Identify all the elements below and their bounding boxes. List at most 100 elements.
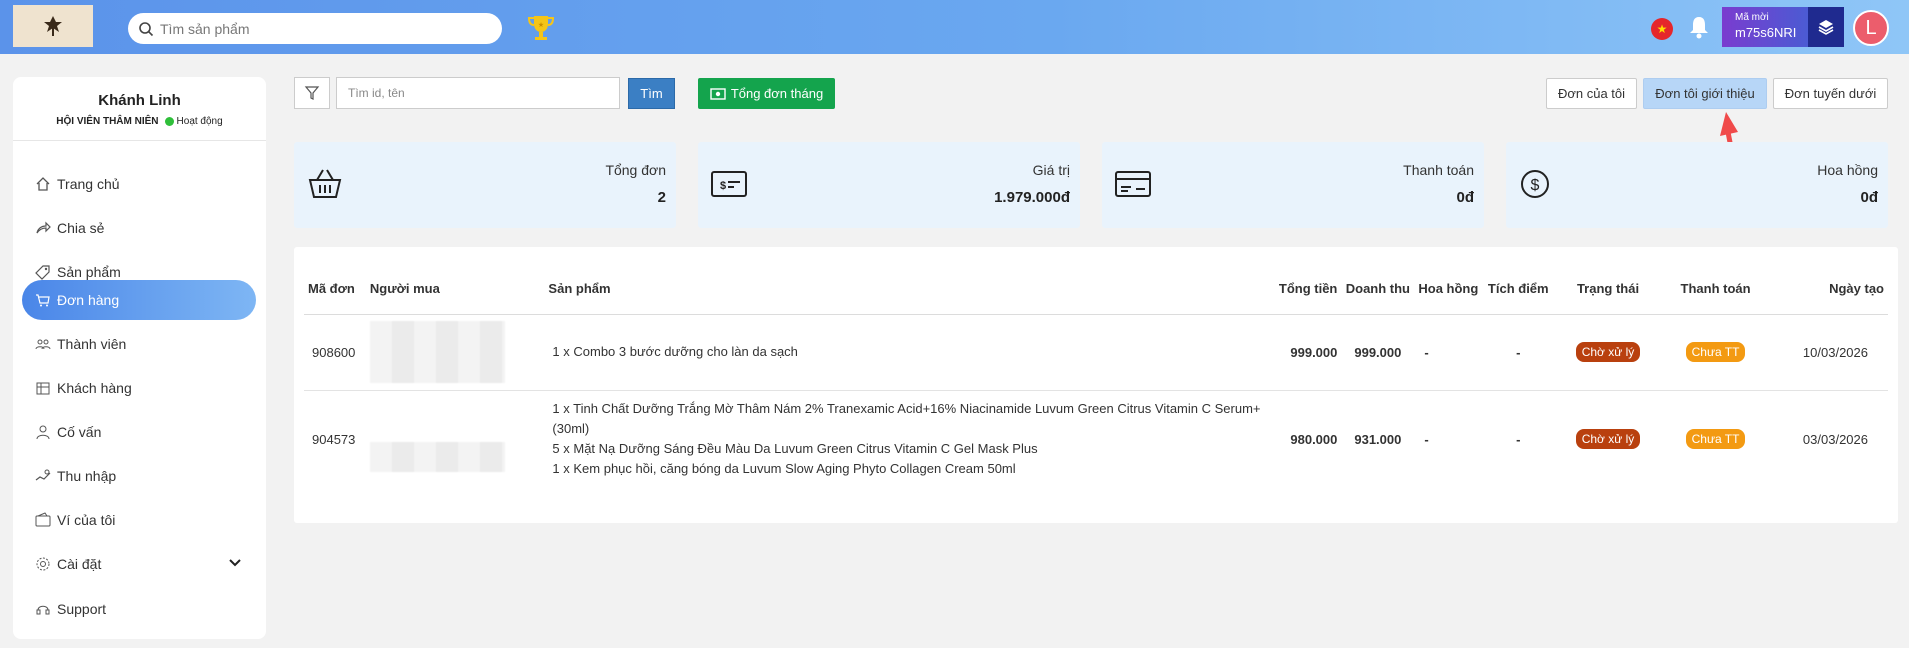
payment-status-cell: Chưa TT — [1661, 314, 1770, 391]
order-revenue: 999.000 — [1341, 314, 1415, 391]
svg-text:★: ★ — [538, 21, 544, 29]
monthly-total-label: Tổng đơn tháng — [730, 86, 824, 101]
product-line: 1 x Kem phục hồi, căng bóng da Luvum Slo… — [552, 461, 1016, 477]
sidebar-item-label: Khách hàng — [57, 380, 132, 396]
sidebar-item-label: Cố vấn — [57, 424, 102, 440]
invite-code-label: Mã mời — [1735, 12, 1769, 23]
sidebar-item-members[interactable]: Thành viên — [22, 324, 256, 364]
bell-icon[interactable] — [1687, 14, 1711, 40]
col-header: Doanh thu — [1341, 264, 1415, 315]
tab-downline-orders[interactable]: Đơn tuyến dưới — [1773, 78, 1888, 109]
layers-icon — [1818, 20, 1834, 35]
tag-icon — [35, 264, 51, 280]
sidebar-item-label: Chia sẻ — [57, 220, 105, 236]
stat-label: Thanh toán — [1403, 162, 1474, 178]
table-row[interactable]: 904573 1 x Tinh Chất Dưỡng Trắng Mờ Thâm… — [304, 390, 1888, 488]
col-header: Thanh toán — [1661, 264, 1770, 315]
product-line: 5 x Mặt Nạ Dưỡng Sáng Đều Màu Da Luvum G… — [552, 441, 1038, 457]
orders-table: Mã đơn Người mua Sản phẩm Tổng tiền Doan… — [304, 264, 1888, 488]
dollar-icon: $ — [1518, 167, 1556, 201]
cash-icon: $ — [710, 167, 748, 201]
find-button[interactable]: Tìm — [628, 78, 675, 109]
income-icon — [35, 468, 51, 484]
stat-card-commission: $ Hoa hồng 0đ — [1506, 142, 1888, 228]
logo-mark-icon — [44, 16, 62, 36]
basket-icon — [306, 167, 344, 201]
filter-icon — [304, 86, 320, 100]
table-row[interactable]: 908600 1 x Combo 3 bước dưỡng cho làn da… — [304, 314, 1888, 391]
col-header: Tích điểm — [1482, 264, 1555, 315]
order-products: 1 x Combo 3 bước dưỡng cho làn da sạch — [544, 314, 1275, 391]
sidebar-item-label: Thành viên — [57, 336, 127, 352]
order-search-input[interactable] — [336, 77, 620, 109]
home-icon — [35, 176, 51, 192]
stat-value: 0đ — [1860, 189, 1878, 206]
order-id[interactable]: 904573 — [304, 390, 366, 488]
search-input[interactable] — [160, 20, 480, 37]
order-status-cell: Chờ xử lý — [1554, 314, 1662, 391]
filter-button[interactable] — [294, 77, 330, 109]
card-icon — [1114, 167, 1152, 201]
col-header: Ngày tạo — [1769, 264, 1888, 315]
tab-referred-orders[interactable]: Đơn tôi giới thiệu — [1643, 78, 1767, 109]
sidebar-item-share[interactable]: Chia sẻ — [22, 208, 256, 248]
stat-value: 1.979.000đ — [994, 189, 1070, 206]
stat-value: 0đ — [1456, 189, 1474, 206]
brand-logo[interactable] — [13, 5, 93, 47]
chevron-down-icon[interactable] — [228, 556, 242, 573]
order-products: 1 x Tinh Chất Dưỡng Trắng Mờ Thâm Nám 2%… — [544, 390, 1274, 488]
table-header-row: Mã đơn Người mua Sản phẩm Tổng tiền Doan… — [304, 264, 1888, 315]
col-header: Sản phẩm — [544, 264, 1275, 315]
sidebar-item-label: Thu nhập — [57, 468, 117, 484]
sidebar-item-advisor[interactable]: Cố vấn — [22, 412, 256, 452]
order-commission: - — [1414, 314, 1483, 391]
product-search[interactable] — [128, 13, 502, 44]
sidebar-item-settings[interactable]: Cài đặt — [22, 544, 256, 584]
sidebar-item-label: Ví của tôi — [57, 512, 116, 528]
sidebar-item-label: Sản phẩm — [57, 264, 121, 280]
col-header: Trạng thái — [1554, 264, 1662, 315]
monthly-total-button[interactable]: Tổng đơn tháng — [698, 78, 835, 109]
buyer-redacted — [365, 314, 545, 391]
payment-status-cell: Chưa TT — [1662, 390, 1770, 488]
sidebar-item-wallet[interactable]: Ví của tôi — [22, 500, 256, 540]
sidebar-item-support[interactable]: Support — [22, 589, 256, 629]
invite-code-box[interactable]: Mã mời m75s6NRI — [1722, 7, 1808, 47]
order-points: - — [1516, 431, 1521, 447]
sidebar: Khánh Linh HỘI VIÊN THÂM NIÊN Hoạt động … — [13, 77, 266, 639]
order-total: 999.000 — [1274, 314, 1342, 391]
tab-my-orders[interactable]: Đơn của tôi — [1546, 78, 1637, 109]
sidebar-item-label: Cài đặt — [57, 556, 102, 572]
order-id[interactable]: 908600 — [304, 314, 366, 391]
user-avatar[interactable]: L — [1853, 10, 1889, 46]
vietnam-flag-icon[interactable]: ★ — [1651, 18, 1673, 40]
cart-icon — [35, 292, 51, 308]
wallet-icon — [35, 512, 51, 528]
col-header: Tổng tiền — [1274, 264, 1342, 315]
stat-card-payment: Thanh toán 0đ — [1102, 142, 1484, 228]
top-header: ★ ★ Mã mời m75s6NRI L — [0, 0, 1909, 54]
order-commission: - — [1424, 431, 1429, 447]
layers-button[interactable] — [1808, 7, 1844, 47]
search-icon — [138, 21, 154, 37]
status-dot-icon — [164, 117, 174, 126]
trophy-icon[interactable]: ★ — [525, 13, 557, 43]
buyer-redacted — [366, 390, 545, 488]
sidebar-item-orders[interactable]: Đơn hàng — [22, 280, 256, 320]
sidebar-item-home[interactable]: Trang chủ — [22, 164, 256, 204]
advisor-icon — [35, 424, 51, 440]
sidebar-item-income[interactable]: Thu nhập — [22, 456, 256, 496]
svg-text:$: $ — [1531, 177, 1540, 194]
col-header: Mã đơn — [304, 264, 366, 315]
stat-value: 2 — [657, 189, 666, 206]
sidebar-item-customers[interactable]: Khách hàng — [22, 368, 256, 408]
profile-tier: HỘI VIÊN THÂM NIÊN — [56, 116, 159, 127]
order-revenue: 931.000 — [1354, 431, 1402, 447]
stat-card-total-orders: Tổng đơn 2 — [294, 142, 676, 228]
stat-label: Giá trị — [1032, 162, 1070, 178]
product-line: 1 x Tinh Chất Dưỡng Trắng Mờ Thâm Nám 2%… — [552, 401, 1261, 437]
support-icon — [35, 601, 51, 617]
sidebar-item-label: Support — [57, 601, 107, 617]
profile-card: Khánh Linh HỘI VIÊN THÂM NIÊN Hoạt động — [13, 77, 266, 141]
settings-icon — [35, 556, 51, 572]
